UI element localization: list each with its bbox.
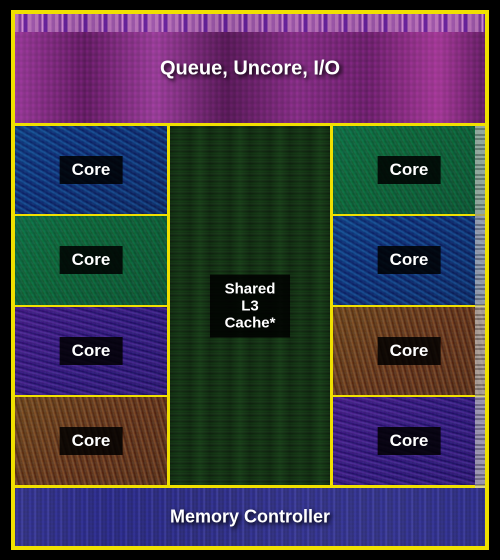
bottom-section: Memory Controller bbox=[15, 488, 485, 546]
core-cell-4: Core bbox=[15, 397, 167, 485]
middle-section: Core Core Core Core Shared L3 Cache* bbox=[15, 126, 485, 488]
right-core-column: Core Core Core Core bbox=[330, 126, 485, 485]
cache-label: Shared L3 Cache* bbox=[210, 274, 290, 337]
core-label-4: Core bbox=[60, 427, 123, 455]
core-cell-6: Core bbox=[333, 216, 485, 306]
core-cell-7: Core bbox=[333, 307, 485, 397]
left-core-column: Core Core Core Core bbox=[15, 126, 170, 485]
core-label-8: Core bbox=[378, 427, 441, 455]
top-section: Queue, Uncore, I/O bbox=[15, 14, 485, 126]
core-cell-2: Core bbox=[15, 216, 167, 306]
ruler-edge bbox=[475, 126, 485, 488]
shared-cache-area: Shared L3 Cache* bbox=[170, 126, 330, 485]
top-label: Queue, Uncore, I/O bbox=[160, 57, 340, 80]
core-cell-3: Core bbox=[15, 307, 167, 397]
core-label-6: Core bbox=[378, 246, 441, 274]
core-label-2: Core bbox=[60, 246, 123, 274]
core-label-7: Core bbox=[378, 337, 441, 365]
core-cell-1: Core bbox=[15, 126, 167, 216]
core-cell-5: Core bbox=[333, 126, 485, 216]
core-label-5: Core bbox=[378, 156, 441, 184]
core-label-1: Core bbox=[60, 156, 123, 184]
center-cache-column: Shared L3 Cache* bbox=[170, 126, 330, 485]
core-label-3: Core bbox=[60, 337, 123, 365]
chip-die-photo: Queue, Uncore, I/O Core Core Core Core bbox=[11, 10, 489, 550]
memory-controller-label: Memory Controller bbox=[170, 507, 330, 528]
core-cell-8: Core bbox=[333, 397, 485, 485]
